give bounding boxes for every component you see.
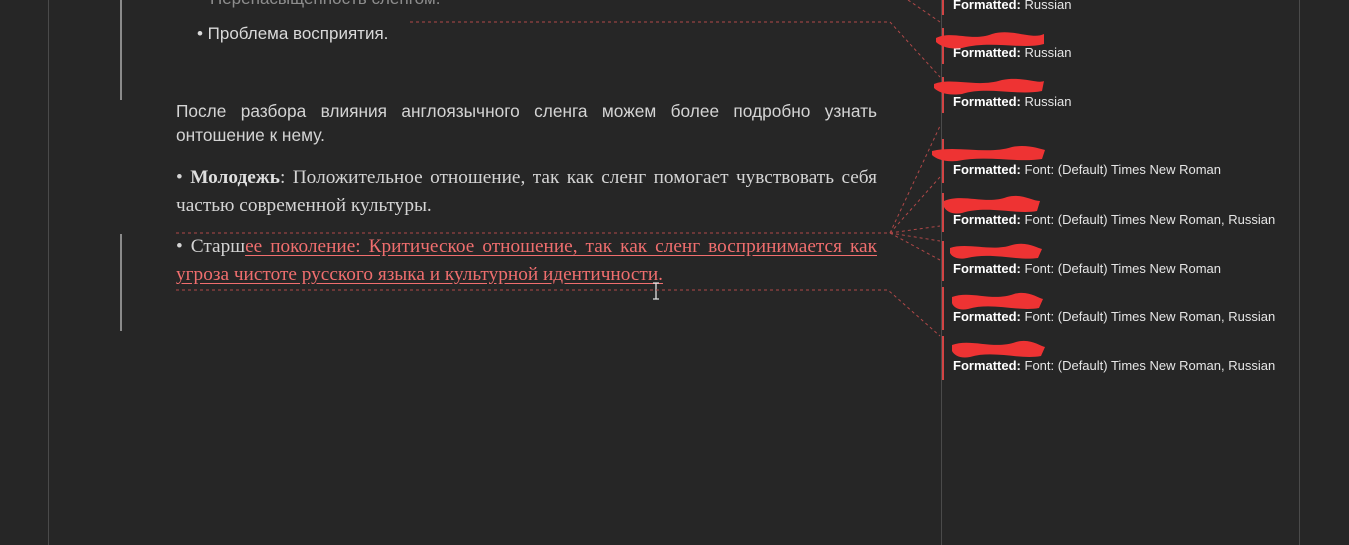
redaction-scribble [932, 146, 1045, 162]
partial-text-line[interactable]: Перенасыщенность сленгом. [210, 0, 440, 9]
youth-paragraph[interactable]: • Молодежь: Положительное отношение, так… [176, 164, 877, 220]
tracked-insertion[interactable]: ее поколение: Критическое отношение, так… [176, 236, 877, 285]
redaction-scribble [952, 340, 1045, 358]
change-bar [120, 0, 122, 100]
intro-paragraph[interactable]: После разбора влияния англоязычного слен… [176, 99, 877, 147]
redaction-scribble [952, 292, 1043, 310]
i-beam-cursor-icon [653, 282, 659, 300]
older-prefix: • Старш [176, 236, 246, 257]
redaction-scribble [950, 243, 1042, 259]
redaction-scribble [936, 32, 1044, 49]
page-right-edge [1299, 0, 1300, 545]
redaction-scribble [934, 78, 1044, 95]
youth-label: Молодежь [190, 167, 280, 188]
youth-text: : Положительное отношение, так как сленг… [176, 167, 877, 216]
page-left-edge [48, 0, 49, 545]
change-bar [120, 234, 122, 331]
redaction-scribble [944, 195, 1040, 214]
bullet-perception[interactable]: • Проблема восприятия. [197, 24, 388, 44]
comment-balloon[interactable]: Formatted: Russian [942, 0, 1282, 15]
older-generation-paragraph[interactable]: • Старшее поколение: Критическое отношен… [176, 233, 877, 289]
bullet-marker: • [176, 167, 183, 188]
